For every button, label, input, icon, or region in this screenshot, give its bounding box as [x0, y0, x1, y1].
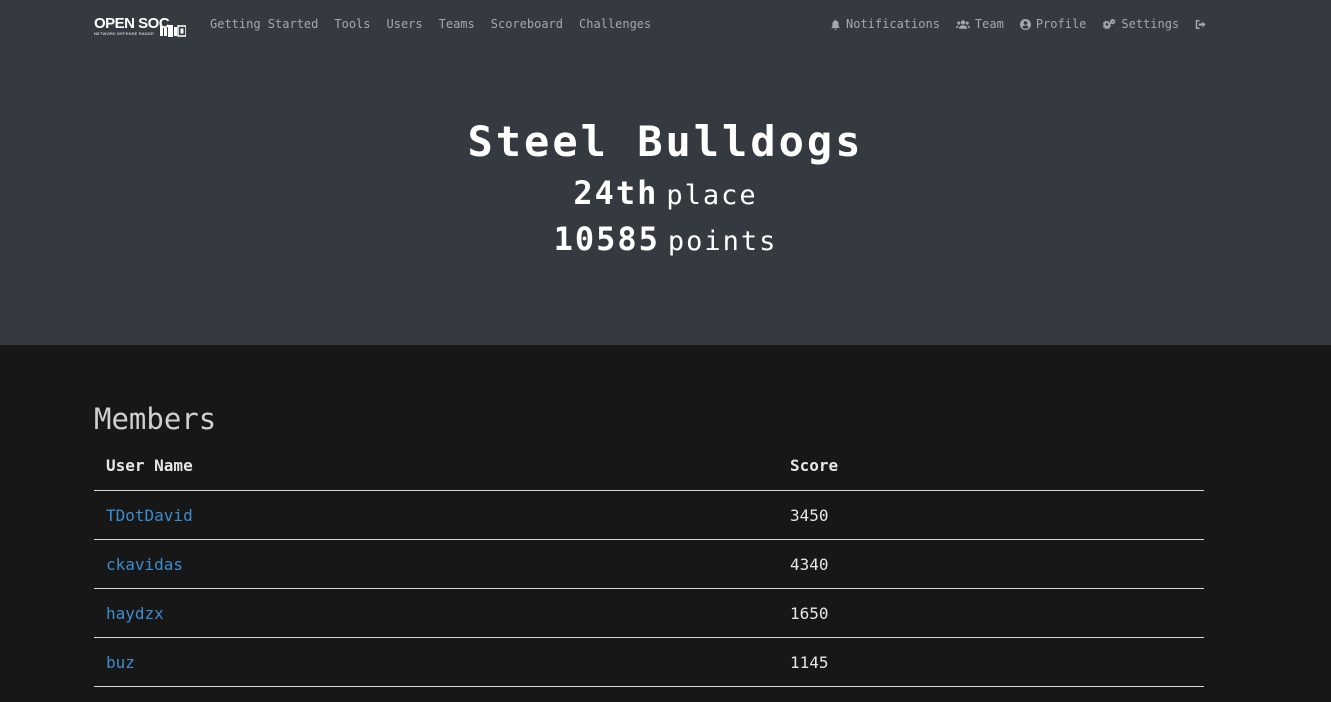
team-points: 10585 points — [0, 219, 1331, 265]
main-nav: Getting Started Tools Users Teams Scoreb… — [210, 16, 667, 32]
members-heading: Members — [94, 402, 217, 436]
member-link[interactable]: ckavidas — [106, 555, 183, 574]
table-row: buz 1145 — [94, 637, 1204, 687]
nav-profile[interactable]: Profile — [1019, 16, 1087, 32]
nav-team-label: Team — [974, 17, 1004, 31]
member-score: 1650 — [778, 588, 1204, 638]
member-link[interactable]: TDotDavid — [106, 506, 193, 525]
top-navbar: OPEN SOC NETWORK DEFENSE RANGE Getting S… — [0, 0, 1331, 48]
column-header-score: Score — [778, 441, 1204, 491]
member-link[interactable]: buz — [106, 653, 135, 672]
nav-scoreboard[interactable]: Scoreboard — [491, 16, 563, 32]
nav-settings-label: Settings — [1121, 17, 1180, 31]
nav-profile-label: Profile — [1035, 17, 1087, 31]
member-score: 4340 — [778, 539, 1204, 589]
nav-settings[interactable]: Settings — [1102, 16, 1179, 32]
nav-notifications-label: Notifications — [846, 17, 940, 31]
members-table: User Name Score TDotDavid 3450 ckavidas … — [94, 441, 1204, 687]
bell-icon — [831, 19, 840, 30]
nav-teams[interactable]: Teams — [439, 16, 475, 32]
member-score: 1145 — [778, 637, 1204, 687]
members-table-header: User Name Score — [94, 441, 1204, 491]
user-nav: Notifications Team Profile Settings — [830, 16, 1228, 32]
member-score: 3450 — [778, 490, 1204, 540]
table-row: haydzx 1650 — [94, 588, 1204, 638]
nav-team[interactable]: Team — [955, 16, 1004, 32]
nav-logout[interactable] — [1195, 16, 1212, 32]
nav-challenges[interactable]: Challenges — [579, 16, 651, 32]
team-name: Steel Bulldogs — [467, 117, 864, 166]
users-icon — [955, 19, 970, 29]
team-points-label: points — [667, 226, 778, 257]
team-place-label: place — [666, 180, 758, 211]
sign-out-icon — [1195, 19, 1206, 29]
opensoc-logo[interactable]: OPEN SOC NETWORK DEFENSE RANGE — [94, 15, 186, 39]
table-row: ckavidas 4340 — [94, 539, 1204, 589]
logo-subtitle: NETWORK DEFENSE RANGE — [94, 31, 154, 36]
user-circle-icon — [1019, 18, 1031, 30]
nav-users[interactable]: Users — [387, 16, 423, 32]
team-place-value: 24th — [573, 174, 659, 212]
team-points-value: 10585 — [553, 220, 660, 258]
nav-getting-started[interactable]: Getting Started — [210, 16, 318, 32]
column-header-user-name: User Name — [94, 441, 778, 491]
team-place: 24th place — [0, 173, 1331, 219]
logo-mark-icon — [160, 25, 186, 37]
cogs-icon — [1103, 18, 1116, 29]
nav-tools[interactable]: Tools — [334, 16, 370, 32]
table-row: TDotDavid 3450 — [94, 490, 1204, 540]
member-link[interactable]: haydzx — [106, 604, 164, 623]
nav-notifications[interactable]: Notifications — [830, 16, 940, 32]
